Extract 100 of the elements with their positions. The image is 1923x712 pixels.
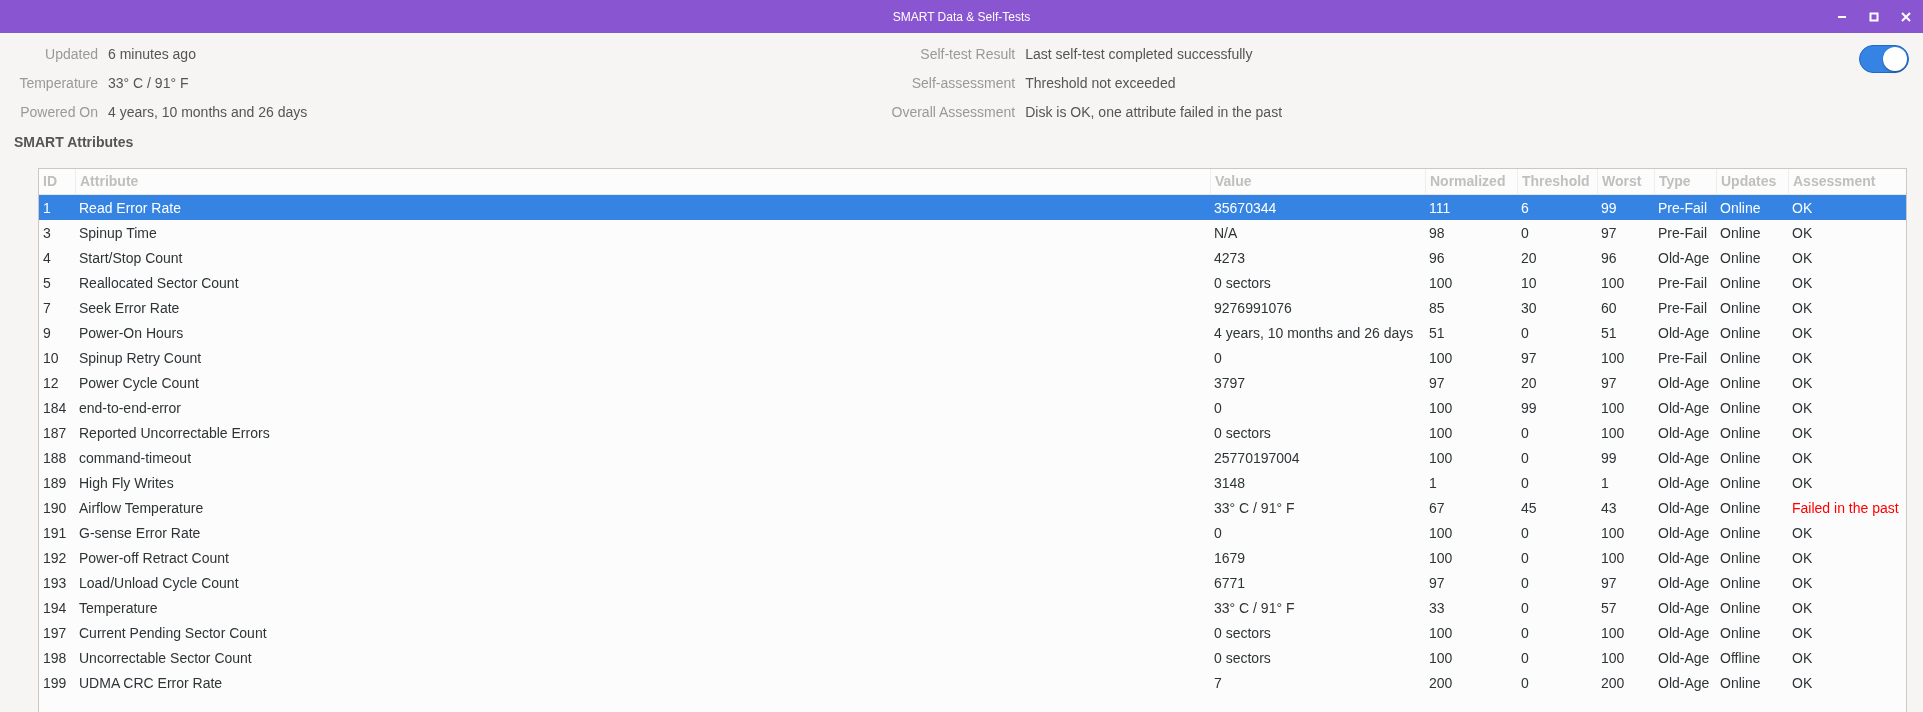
threshold-cell-text: 0 (1520, 674, 1530, 691)
normalized-cell-text: 100 (1428, 549, 1454, 566)
updates-cell-text: Online (1719, 224, 1762, 241)
id-cell-text: 9 (42, 324, 52, 341)
normalized-cell-text: 200 (1428, 674, 1454, 691)
threshold-cell-text: 0 (1520, 549, 1530, 566)
normalized-cell-text: 100 (1428, 624, 1454, 641)
threshold-cell-text: 20 (1520, 249, 1538, 266)
id-cell-text: 12 (42, 374, 60, 391)
attribute-cell-text: UDMA CRC Error Rate (78, 674, 224, 691)
table-row[interactable]: 9 Power-On Hours 4 years, 10 months and 26 days 51 0 51 Old-Age Online OK (39, 320, 1906, 345)
id-cell-text: 10 (42, 349, 60, 366)
id-cell-text: 192 (42, 549, 68, 566)
table-row[interactable]: 191 G-sense Error Rate 0 100 0 100 Old-Age Online OK (39, 520, 1906, 545)
updates-cell-text: Online (1719, 599, 1762, 616)
threshold-cell-text: 0 (1520, 424, 1530, 441)
threshold-cell-text: 20 (1520, 374, 1538, 391)
assessment-cell-text: OK (1791, 324, 1814, 341)
normalized-cell-text: 51 (1428, 324, 1446, 341)
type-cell-text: Old-Age (1657, 599, 1711, 616)
attribute-cell-text: Seek Error Rate (78, 299, 181, 316)
info-label: Updated (44, 45, 98, 64)
id-cell-text: 1 (42, 199, 52, 216)
info-label: Temperature (18, 74, 98, 93)
normalized-cell-text: 100 (1428, 449, 1454, 466)
type-cell-text: Pre-Fail (1657, 299, 1708, 316)
threshold-cell-text: 0 (1520, 574, 1530, 591)
table-row[interactable]: 3 Spinup Time N/A 98 0 97 Pre-Fail Online OK (39, 220, 1906, 245)
normalized-cell-text: 97 (1428, 374, 1446, 391)
type-cell-text: Old-Age (1657, 249, 1711, 266)
id-cell-text: 191 (42, 524, 68, 541)
assessment-cell-text: OK (1791, 599, 1814, 616)
close-icon (1901, 11, 1911, 22)
worst-cell-text: 100 (1600, 399, 1626, 416)
table-row[interactable]: 190 Airflow Temperature 33° C / 91° F 67 45 43 Old-Age Online Failed in the past (39, 495, 1906, 520)
type-cell-text: Old-Age (1657, 649, 1711, 666)
updates-cell-text: Online (1719, 199, 1762, 216)
assessment-cell-text: OK (1791, 274, 1814, 291)
updates-cell-text: Online (1719, 424, 1762, 441)
table-row[interactable]: 187 Reported Uncorrectable Errors 0 sectors 100 0 100 Old-Age Online OK (39, 420, 1906, 445)
assessment-cell-text: OK (1791, 374, 1814, 391)
table-row[interactable]: 12 Power Cycle Count 3797 97 20 97 Old-Age Online OK (39, 370, 1906, 395)
table-row[interactable]: 199 UDMA CRC Error Rate 7 200 0 200 Old-Age Online OK (39, 670, 1906, 695)
worst-cell-text: 96 (1600, 249, 1618, 266)
threshold-cell-text: 6 (1520, 199, 1530, 216)
threshold-cell-text: 0 (1520, 224, 1530, 241)
normalized-cell-text: 67 (1428, 499, 1446, 516)
type-cell-text: Old-Age (1657, 624, 1711, 641)
normalized-cell-text: 1 (1428, 474, 1438, 491)
table-row[interactable]: 197 Current Pending Sector Count 0 sectors 100 0 100 Old-Age Online OK (39, 620, 1906, 645)
updates-cell-text: Online (1719, 299, 1762, 316)
normalized-cell-text: 98 (1428, 224, 1446, 241)
value-cell-text: 0 sectors (1213, 624, 1272, 641)
assessment-cell-text: OK (1791, 299, 1814, 316)
value-cell-text: 9276991076 (1213, 299, 1293, 316)
type-cell-text: Old-Age (1657, 424, 1711, 441)
table-row[interactable]: 192 Power-off Retract Count 1679 100 0 100 Old-Age Online OK (39, 545, 1906, 570)
worst-cell-text: 100 (1600, 424, 1626, 441)
assessment-cell-text: OK (1791, 674, 1814, 691)
table-row[interactable]: 189 High Fly Writes 3148 1 0 1 Old-Age Online OK (39, 470, 1906, 495)
attribute-cell-text: Start/Stop Count (78, 249, 184, 266)
threshold-cell-text: 0 (1520, 524, 1530, 541)
normalized-cell-text: 111 (1428, 199, 1452, 216)
updates-cell-text: Offline (1719, 649, 1762, 666)
table-row[interactable]: 4 Start/Stop Count 4273 96 20 96 Old-Age Online OK (39, 245, 1906, 270)
type-cell-text: Old-Age (1657, 324, 1711, 341)
window-title: SMART Data & Self-Tests (892, 9, 1031, 24)
id-cell-text: 199 (42, 674, 68, 691)
id-cell-text: 193 (42, 574, 68, 591)
updates-cell-text: Online (1719, 574, 1762, 591)
table-row[interactable]: 10 Spinup Retry Count 0 100 97 100 Pre-Fail Online OK (39, 345, 1906, 370)
worst-cell-text: 100 (1600, 349, 1626, 366)
table-row[interactable]: 198 Uncorrectable Sector Count 0 sectors 100 0 100 Old-Age Offline OK (39, 645, 1906, 670)
value-cell-text: 4 years, 10 months and 26 days (1213, 324, 1415, 341)
table-row[interactable]: 7 Seek Error Rate 9276991076 85 30 60 Pre-Fail Online OK (39, 295, 1906, 320)
type-cell-text: Old-Age (1657, 399, 1711, 416)
type-cell-text: Old-Age (1657, 674, 1711, 691)
table-row[interactable]: 184 end-to-end-error 0 100 99 100 Old-Age Online OK (39, 395, 1906, 420)
threshold-cell-text: 0 (1520, 474, 1530, 491)
table-row[interactable]: 194 Temperature 33° C / 91° F 33 0 57 Old-Age Online OK (39, 595, 1906, 620)
assessment-cell-text: OK (1791, 449, 1814, 466)
smart-toggle[interactable] (1859, 45, 1909, 73)
table-row[interactable]: 193 Load/Unload Cycle Count 6771 97 0 97 Old-Age Online OK (39, 570, 1906, 595)
table-row[interactable]: 5 Reallocated Sector Count 0 sectors 100 10 100 Pre-Fail Online OK (39, 270, 1906, 295)
attribute-cell-text: Power-On Hours (78, 324, 185, 341)
value-cell-text: 0 sectors (1213, 649, 1272, 666)
table-row[interactable]: 1 Read Error Rate 35670344 111 6 99 Pre-Fail Online OK (39, 195, 1906, 220)
type-cell-text: Old-Age (1657, 524, 1711, 541)
normalized-cell-text: 85 (1428, 299, 1446, 316)
assessment-cell-text: OK (1791, 549, 1814, 566)
updates-cell-text: Online (1719, 274, 1762, 291)
attribute-cell-text: Spinup Time (78, 224, 158, 241)
attribute-cell-text: Spinup Retry Count (78, 349, 203, 366)
info-value: 4 years, 10 months and 26 days (108, 103, 308, 122)
maximize-icon (1869, 11, 1879, 22)
worst-cell-text: 99 (1600, 449, 1618, 466)
updates-cell-text: Online (1719, 449, 1762, 466)
assessment-cell-text: OK (1791, 474, 1814, 491)
table-row[interactable]: 188 command-timeout 25770197004 100 0 99 Old-Age Online OK (39, 445, 1906, 470)
value-cell-text: 0 (1213, 399, 1223, 416)
